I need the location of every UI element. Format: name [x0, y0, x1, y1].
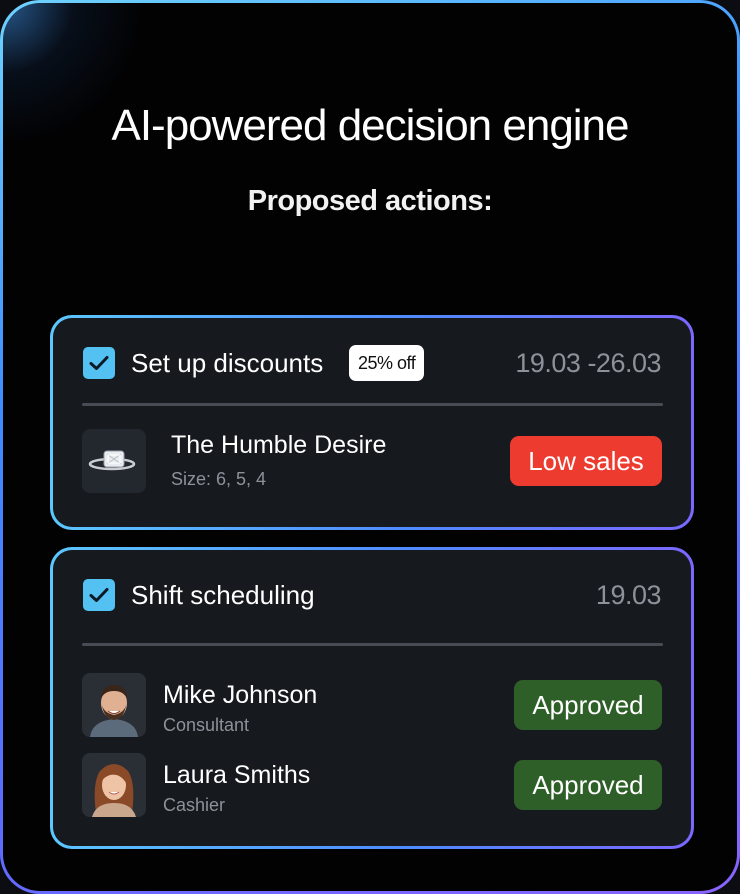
employee-name: Laura Smiths	[163, 761, 311, 789]
shift-card-body: Shift scheduling 19.03 Mike Johnson Cons…	[53, 550, 691, 846]
checkmark-icon	[89, 588, 109, 602]
discounts-checkbox[interactable]	[83, 347, 115, 379]
ring-icon	[88, 450, 136, 471]
page-title: AI-powered decision engine	[111, 101, 629, 150]
product-sizes: Size: 6, 5, 4	[171, 469, 267, 489]
page-subtitle: Proposed actions:	[247, 185, 493, 217]
man-avatar-icon	[82, 673, 146, 737]
discount-date-range: 19.03 -26.03	[515, 348, 661, 378]
low-sales-badge: Low sales	[510, 436, 662, 486]
discounts-card-body: Set up discounts 25% off 19.03 -26.03 Th…	[53, 318, 691, 527]
discounts-card: Set up discounts 25% off 19.03 -26.03 Th…	[50, 315, 694, 530]
shift-title: Shift scheduling	[131, 580, 315, 610]
shift-scheduling-card: Shift scheduling 19.03 Mike Johnson Cons…	[50, 547, 694, 849]
shift-divider	[82, 643, 663, 646]
avatar	[82, 753, 146, 817]
product-name: The Humble Desire	[171, 431, 387, 459]
discounts-divider	[82, 403, 663, 406]
decision-engine-panel: AI-powered decision engine Proposed acti…	[0, 0, 740, 894]
shift-date: 19.03	[595, 580, 662, 610]
checkmark-icon	[89, 356, 109, 370]
avatar	[82, 673, 146, 737]
employee-role: Consultant	[163, 715, 250, 735]
panel-body: AI-powered decision engine Proposed acti…	[3, 3, 737, 891]
employee-role: Cashier	[163, 795, 226, 815]
product-thumbnail	[82, 429, 146, 493]
discounts-title: Set up discounts	[131, 348, 324, 378]
employee-name: Mike Johnson	[163, 681, 318, 709]
approved-badge: Approved	[514, 760, 662, 810]
shift-checkbox[interactable]	[83, 579, 115, 611]
woman-avatar-icon	[82, 753, 146, 817]
approved-badge: Approved	[514, 680, 662, 730]
discount-badge: 25% off	[349, 345, 425, 381]
